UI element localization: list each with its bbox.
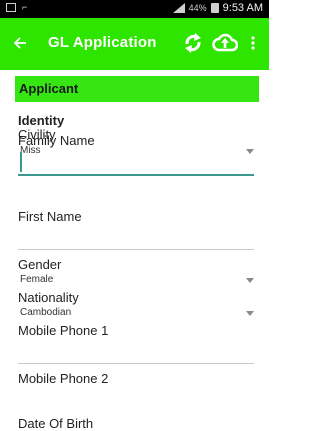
app-bar: GL Application [0,18,269,70]
signal-icon [172,3,185,13]
nationality-dropdown-icon[interactable] [246,311,254,317]
gallery-icon [6,2,16,12]
civility-dropdown-icon[interactable] [246,149,254,155]
mobile-phone-1-field[interactable] [18,363,254,364]
mobile-phone-2-label: Mobile Phone 2 [18,371,109,386]
back-arrow-icon[interactable] [10,32,30,54]
date-of-birth-label: Date Of Birth [18,416,94,431]
identity-heading: Identity [18,113,65,128]
mobile-phone-1-label: Mobile Phone 1 [18,323,109,338]
status-bar: ⌐ 44% 9:53 AM [0,0,269,18]
nationality-spinner[interactable]: Cambodian [20,307,71,318]
section-header-applicant: Applicant [15,76,259,102]
first-name-field[interactable] [18,249,254,250]
first-name-label: First Name [18,209,82,224]
app-title: GL Application [48,34,157,51]
gender-spinner[interactable]: Female [20,274,53,285]
family-name-cursor [20,152,22,172]
sync-icon[interactable] [182,31,204,55]
more-vert-icon[interactable] [248,32,258,54]
family-name-field[interactable] [18,174,254,176]
gender-dropdown-icon[interactable] [246,278,254,284]
cloud-upload-icon[interactable] [212,31,238,55]
family-name-label: Family Name [18,133,95,148]
voicemail-icon: ⌐ [22,2,28,12]
nationality-label: Nationality [18,290,79,305]
battery-percent: 44% [188,3,207,13]
status-time: 9:53 AM [222,2,263,14]
gender-label: Gender [18,257,62,272]
battery-icon [210,3,219,13]
